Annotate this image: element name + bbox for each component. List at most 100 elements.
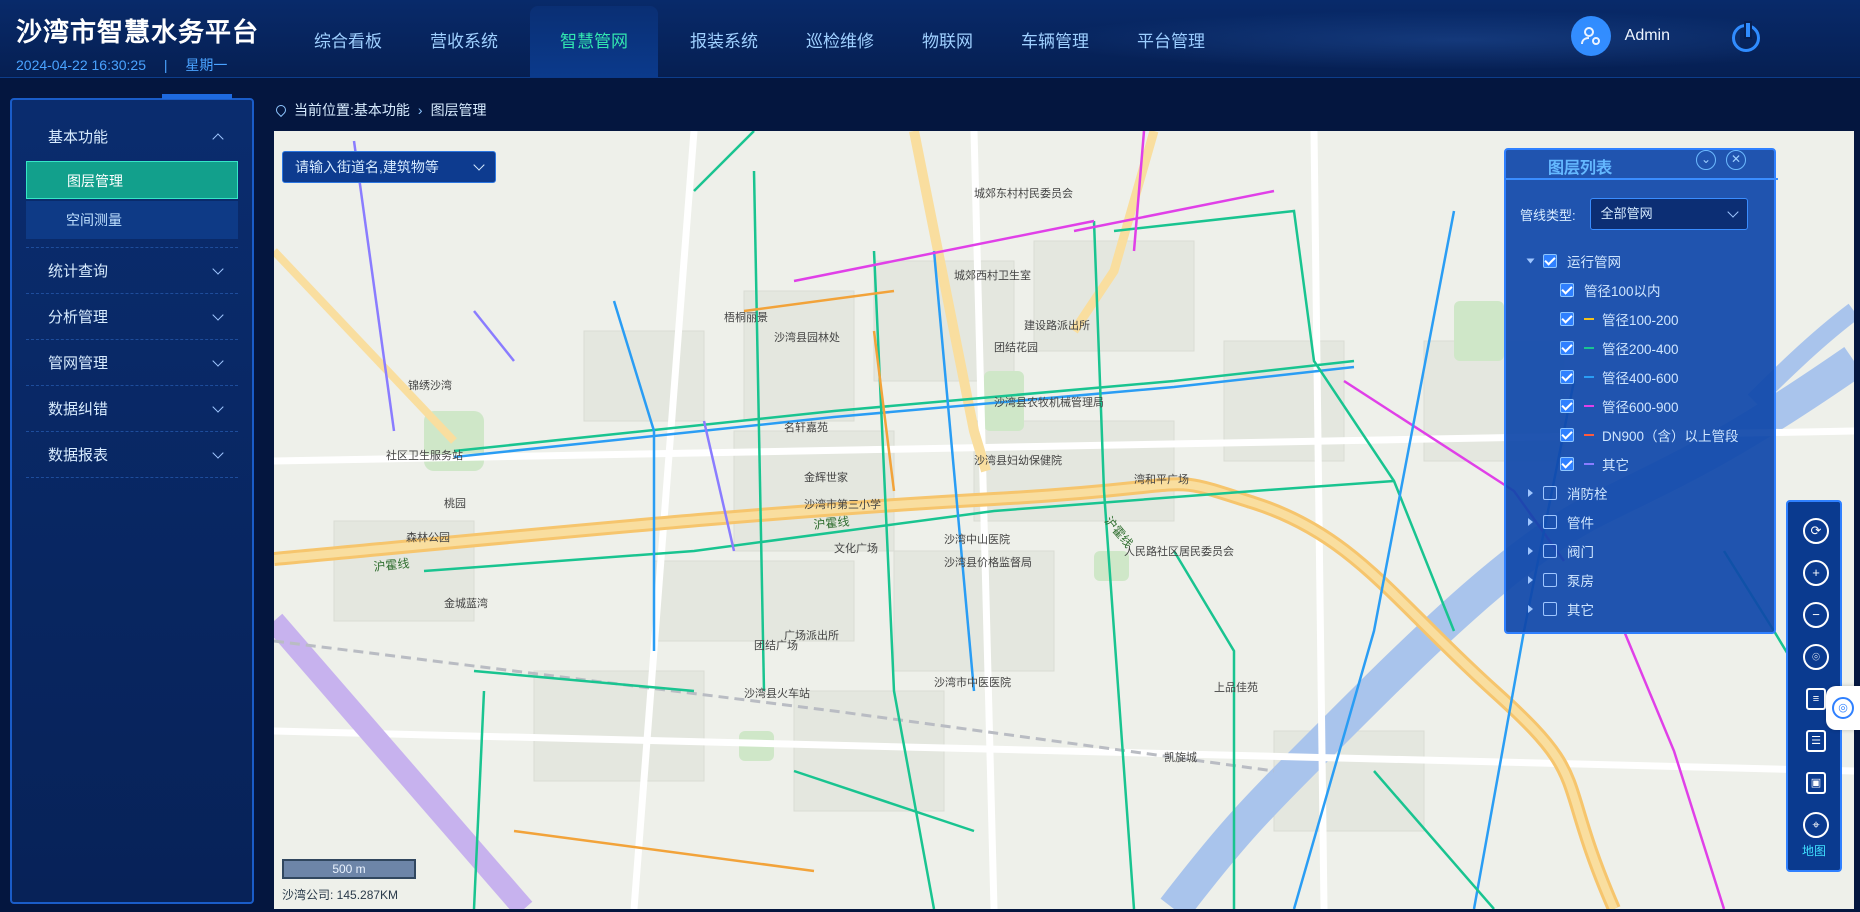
map-pin-icon: ⌖ xyxy=(1803,812,1829,838)
nav-dashboard[interactable]: 综合看板 xyxy=(290,6,406,78)
nav-vehicles[interactable]: 车辆管理 xyxy=(997,6,1113,78)
menu-analysis[interactable]: 分析管理 xyxy=(26,294,238,339)
checkbox[interactable] xyxy=(1543,543,1557,558)
legend-swatch xyxy=(1584,317,1594,320)
caret-expanded-icon[interactable] xyxy=(1526,258,1535,263)
menu-basic-functions[interactable]: 基本功能 xyxy=(26,114,238,159)
user-avatar-icon[interactable] xyxy=(1570,16,1611,56)
tree-node-dn900-plus[interactable]: DN900（含）以上管段 xyxy=(1528,420,1768,449)
image-button[interactable]: ▣ xyxy=(1788,762,1844,804)
locate-button[interactable]: ⌾ xyxy=(1788,636,1844,678)
floating-assistant-button[interactable]: ◎ xyxy=(1826,686,1860,730)
checkbox[interactable] xyxy=(1560,398,1574,413)
nav-revenue[interactable]: 营收系统 xyxy=(406,6,522,78)
nav-installation[interactable]: 报装系统 xyxy=(666,6,782,78)
menu-group-network: 管网管理 xyxy=(26,340,238,386)
zoom-in-button[interactable]: + xyxy=(1788,552,1844,594)
user-name[interactable]: Admin xyxy=(1625,27,1670,45)
caret-collapsed-icon[interactable] xyxy=(1528,488,1533,497)
menu-network-management[interactable]: 管网管理 xyxy=(26,340,238,385)
zoom-out-button[interactable]: − xyxy=(1788,594,1844,636)
svg-text:名轩嘉苑: 名轩嘉苑 xyxy=(784,420,828,434)
collapse-icon[interactable]: ⌄ xyxy=(1696,150,1716,170)
nav-iot[interactable]: 物联网 xyxy=(898,6,997,78)
checkbox[interactable] xyxy=(1560,456,1574,471)
tree-node-other-pipes[interactable]: 其它 xyxy=(1528,449,1768,478)
tree-node-dn100-200[interactable]: 管径100-200 xyxy=(1528,304,1768,333)
tree-node-valves[interactable]: 阀门 xyxy=(1528,536,1768,565)
checkbox[interactable] xyxy=(1560,340,1574,355)
map-button[interactable]: ⌖ xyxy=(1788,804,1844,846)
breadcrumb-item-basic[interactable]: 基本功能 xyxy=(354,100,410,120)
tree-label: DN900（含）以上管段 xyxy=(1602,428,1739,444)
tree-node-pump-station[interactable]: 泵房 xyxy=(1528,565,1768,594)
nav-smart-pipe-network[interactable]: 智慧管网 xyxy=(530,6,658,78)
pipe-type-label: 管线类型: xyxy=(1520,207,1576,223)
menu-data-correction[interactable]: 数据纠错 xyxy=(26,386,238,431)
tree-node-dn400-600[interactable]: 管径400-600 xyxy=(1528,362,1768,391)
close-icon[interactable]: ✕ xyxy=(1726,150,1746,170)
checkbox[interactable] xyxy=(1543,514,1557,529)
zoom-in-icon: + xyxy=(1803,560,1829,586)
map-search-input[interactable]: 请输入街道名,建筑物等 xyxy=(282,151,496,183)
svg-text:湾和平广场: 湾和平广场 xyxy=(1134,472,1189,486)
svg-text:桃园: 桃园 xyxy=(444,496,466,510)
layer-panel-title: 图层列表 xyxy=(1548,160,1613,177)
tree-node-dn600-900[interactable]: 管径600-900 xyxy=(1528,391,1768,420)
checkbox[interactable] xyxy=(1560,311,1574,326)
checkbox[interactable] xyxy=(1560,282,1574,297)
pipe-type-select[interactable]: 全部管网 xyxy=(1589,198,1748,230)
tree-label: 消防栓 xyxy=(1567,486,1608,502)
tree-node-dn100[interactable]: 管径100以内 xyxy=(1528,275,1768,304)
nav-platform[interactable]: 平台管理 xyxy=(1113,6,1229,78)
user-menu[interactable]: Admin xyxy=(1570,16,1670,56)
caret-collapsed-icon[interactable] xyxy=(1528,575,1533,584)
layers-icon: ≡ xyxy=(1806,688,1826,710)
title-divider xyxy=(1506,178,1778,180)
tree-label: 管件 xyxy=(1567,515,1594,531)
tree-node-dn200-400[interactable]: 管径200-400 xyxy=(1528,333,1768,362)
tree-node-fittings[interactable]: 管件 xyxy=(1528,507,1768,536)
legend-swatch xyxy=(1584,346,1594,349)
menu-spatial-measurement[interactable]: 空间测量 xyxy=(26,201,238,239)
tree-label: 管径400-600 xyxy=(1602,370,1679,386)
tree-node-hydrant[interactable]: 消防栓 xyxy=(1528,478,1768,507)
tree-node-other[interactable]: 其它 xyxy=(1528,594,1768,623)
tree-label: 管径600-900 xyxy=(1602,399,1679,415)
svg-text:凯旋城: 凯旋城 xyxy=(1164,750,1197,764)
caret-collapsed-icon[interactable] xyxy=(1528,546,1533,555)
nav-inspection[interactable]: 巡检维修 xyxy=(782,6,898,78)
legend-swatch xyxy=(1584,404,1594,407)
svg-text:建设路派出所: 建设路派出所 xyxy=(1024,318,1090,332)
refresh-button[interactable]: ⟳ xyxy=(1788,510,1844,552)
checkbox[interactable] xyxy=(1560,369,1574,384)
checkbox[interactable] xyxy=(1543,253,1557,268)
svg-text:沙湾县价格监督局: 沙湾县价格监督局 xyxy=(944,555,1032,569)
menu-label: 统计查询 xyxy=(48,263,109,280)
svg-text:城郊西村卫生室: 城郊西村卫生室 xyxy=(954,268,1031,282)
power-icon[interactable] xyxy=(1732,21,1760,52)
chevron-down-icon xyxy=(212,354,224,367)
svg-text:锦绣沙湾: 锦绣沙湾 xyxy=(408,378,452,392)
caret-collapsed-icon[interactable] xyxy=(1528,517,1533,526)
menu-layer-management[interactable]: 图层管理 xyxy=(26,161,238,199)
brand: 沙湾市智慧水务平台 2024-04-22 16:30:25 | 星期一 xyxy=(16,12,259,75)
chevron-right-icon: › xyxy=(417,102,423,118)
checkbox[interactable] xyxy=(1543,601,1557,616)
chevron-up-icon xyxy=(212,132,224,145)
tree-label: 管径100以内 xyxy=(1584,283,1661,299)
checkbox[interactable] xyxy=(1543,485,1557,500)
pipe-type-value: 全部管网 xyxy=(1600,206,1653,221)
legend-swatch xyxy=(1584,375,1594,378)
svg-text:人民路社区居民委员会: 人民路社区居民委员会 xyxy=(1124,544,1234,558)
checkbox[interactable] xyxy=(1560,427,1574,442)
tree-label: 运行管网 xyxy=(1567,254,1621,270)
menu-statistics[interactable]: 统计查询 xyxy=(26,248,238,293)
menu-data-reports[interactable]: 数据报表 xyxy=(26,432,238,477)
map-label[interactable]: 地图 xyxy=(1788,842,1840,859)
tree-label: 其它 xyxy=(1567,602,1594,618)
tree-node-running-network[interactable]: 运行管网 xyxy=(1526,246,1768,275)
checkbox[interactable] xyxy=(1543,572,1557,587)
chevron-down-icon[interactable] xyxy=(473,159,485,171)
caret-collapsed-icon[interactable] xyxy=(1528,604,1533,613)
